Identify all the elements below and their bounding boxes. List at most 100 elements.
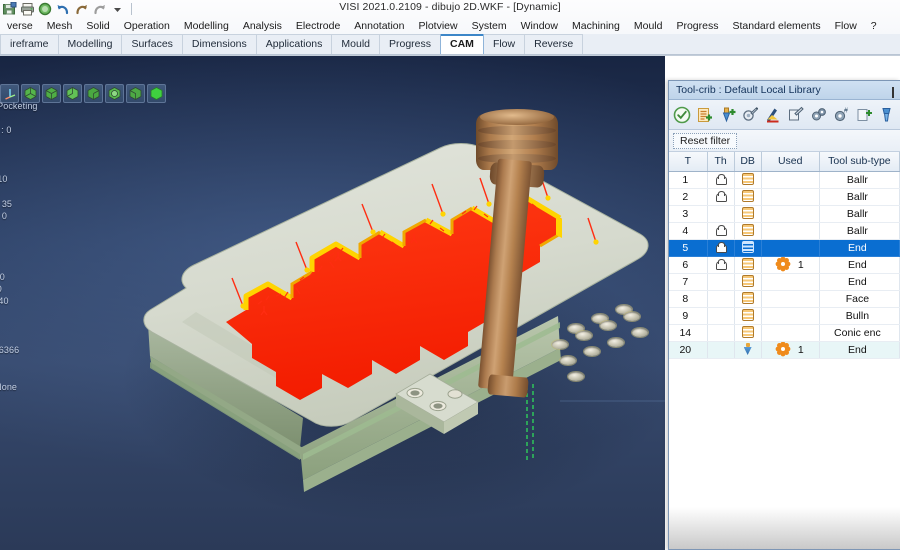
- redo-icon[interactable]: [73, 1, 90, 17]
- cell-tool-number: 1: [669, 171, 708, 189]
- menu-item-verse[interactable]: verse: [0, 18, 40, 34]
- column-header-used[interactable]: Used: [761, 152, 820, 172]
- cell-tool-sub-type: Ballr: [819, 222, 900, 240]
- cell-tool-number: 14: [669, 324, 708, 342]
- tool-crib-panel[interactable]: Tool-crib : Default Local Library # Rese…: [668, 80, 900, 550]
- gears-icon[interactable]: [808, 103, 829, 127]
- menu-item-mould[interactable]: Mould: [627, 18, 670, 34]
- taper-holder-icon: [715, 241, 728, 253]
- menu-item-solid[interactable]: Solid: [79, 18, 116, 34]
- hole: [552, 340, 568, 349]
- view-shaded-icon[interactable]: [147, 83, 166, 103]
- table-row[interactable]: 8 Face: [669, 290, 900, 308]
- tab-modelling[interactable]: Modelling: [57, 34, 123, 54]
- column-header-tool-sub-type[interactable]: Tool sub-type: [819, 152, 900, 172]
- menu-item-flow[interactable]: Flow: [828, 18, 864, 34]
- filter-row[interactable]: Reset filter: [669, 130, 900, 152]
- tab-ireframe[interactable]: ireframe: [0, 34, 59, 54]
- menu-item-mesh[interactable]: Mesh: [40, 18, 80, 34]
- tool-crib-toolbar[interactable]: #: [669, 100, 900, 130]
- save-icon[interactable]: [1, 1, 18, 17]
- column-header-t[interactable]: T: [669, 152, 708, 172]
- add-tool-icon[interactable]: [717, 103, 738, 127]
- table-row[interactable]: 5 End: [669, 239, 900, 257]
- menu-item-annotation[interactable]: Annotation: [347, 18, 411, 34]
- tab-mould[interactable]: Mould: [331, 34, 380, 54]
- print-icon[interactable]: [19, 1, 36, 17]
- view-front-icon[interactable]: [63, 83, 82, 103]
- cell-used: [761, 307, 820, 325]
- chevron-down-icon[interactable]: [109, 1, 126, 17]
- table-row[interactable]: 6 1 End: [669, 256, 900, 274]
- cell-database: [734, 256, 762, 274]
- cell-database: [734, 307, 762, 325]
- cell-tool-sub-type: End: [819, 256, 900, 274]
- tool-holder-icon[interactable]: [876, 103, 897, 127]
- workpiece-model[interactable]: [0, 56, 665, 550]
- cell-tool-holder: [707, 188, 735, 206]
- operation-info-overlay: Type: Pocketing nce : 0 wance : 0 : 0 .2…: [0, 101, 38, 392]
- add-box-icon[interactable]: [854, 103, 875, 127]
- model-scene[interactable]: [0, 56, 665, 550]
- taper-holder-icon: [715, 173, 728, 185]
- view-right-icon[interactable]: [84, 83, 103, 103]
- view-back-icon[interactable]: [105, 83, 124, 103]
- menu-item-progress[interactable]: Progress: [669, 18, 725, 34]
- cell-used: [761, 222, 820, 240]
- cell-tool-sub-type: Ballr: [819, 171, 900, 189]
- ribbon-tab-bar[interactable]: ireframe Modelling Surfaces Dimensions Appli…: [0, 34, 900, 55]
- menu-bar[interactable]: verse Mesh Solid Operation Modelling Analysis…: [0, 18, 900, 34]
- repeat-icon[interactable]: [91, 1, 108, 17]
- tab-dimensions[interactable]: Dimensions: [181, 34, 257, 54]
- database-icon: [741, 258, 754, 270]
- menu-item-analysis[interactable]: Analysis: [236, 18, 289, 34]
- view-top-icon[interactable]: [42, 83, 61, 103]
- menu-item--[interactable]: ?: [864, 18, 884, 34]
- table-row[interactable]: 9 Bulln: [669, 307, 900, 325]
- tab-applications[interactable]: Applications: [255, 34, 333, 54]
- table-row[interactable]: 14 Conic enc: [669, 324, 900, 342]
- tool-list-body[interactable]: 1 Ballr 2 Ballr 3 Ballr 4 Ballr 5 End 6 1 End 7 End 8 Fa…: [669, 171, 900, 359]
- tool-measure-icon[interactable]: [763, 103, 784, 127]
- menu-item-system[interactable]: System: [465, 18, 514, 34]
- menu-item-standard-elements[interactable]: Standard elements: [725, 18, 827, 34]
- tab-flow[interactable]: Flow: [482, 34, 526, 54]
- cad-viewport[interactable]: Type: Pocketing nce : 0 wance : 0 : 0 .2…: [0, 56, 665, 550]
- database-icon: [741, 190, 754, 202]
- taper-holder-icon: [715, 258, 728, 270]
- edit-icon[interactable]: [786, 103, 807, 127]
- tab-progress[interactable]: Progress: [379, 34, 442, 54]
- menu-item-machining[interactable]: Machining: [565, 18, 627, 34]
- table-row[interactable]: 20 1 End: [669, 341, 900, 359]
- column-header-db[interactable]: DB: [734, 152, 762, 172]
- menu-item-window[interactable]: Window: [514, 18, 565, 34]
- quick-access-toolbar[interactable]: [0, 0, 900, 18]
- cell-used: [761, 188, 820, 206]
- table-row[interactable]: 3 Ballr: [669, 205, 900, 223]
- undo-icon[interactable]: [55, 1, 72, 17]
- menu-item-plotview[interactable]: Plotview: [412, 18, 465, 34]
- zoom-icon[interactable]: [37, 1, 54, 17]
- tab-cam[interactable]: CAM: [440, 34, 484, 54]
- gear-hash-icon[interactable]: #: [831, 103, 852, 127]
- menu-item-modelling[interactable]: Modelling: [177, 18, 236, 34]
- cell-used: 1: [761, 256, 820, 274]
- tab-reverse[interactable]: Reverse: [524, 34, 584, 54]
- edit-tool-icon[interactable]: [740, 103, 761, 127]
- view-left-icon[interactable]: [126, 83, 145, 103]
- cell-tool-sub-type: Ballr: [819, 205, 900, 223]
- table-row[interactable]: 7 End: [669, 273, 900, 291]
- table-row[interactable]: 4 Ballr: [669, 222, 900, 240]
- menu-item-electrode[interactable]: Electrode: [289, 18, 347, 34]
- taper-holder-icon: [715, 224, 728, 236]
- table-row[interactable]: 2 Ballr: [669, 188, 900, 206]
- column-header-th[interactable]: Th: [707, 152, 735, 172]
- table-row[interactable]: 1 Ballr: [669, 171, 900, 189]
- confirm-icon[interactable]: [672, 103, 693, 127]
- menu-item-operation[interactable]: Operation: [117, 18, 177, 34]
- tool-list-table[interactable]: T Th DB Used Tool sub-type 1 Ballr 2 Ballr 3…: [669, 152, 900, 359]
- tool-crib-title: Tool-crib : Default Local Library: [669, 81, 900, 100]
- reset-filter-input[interactable]: Reset filter: [673, 132, 738, 149]
- add-document-icon[interactable]: [695, 103, 716, 127]
- tab-surfaces[interactable]: Surfaces: [121, 34, 183, 54]
